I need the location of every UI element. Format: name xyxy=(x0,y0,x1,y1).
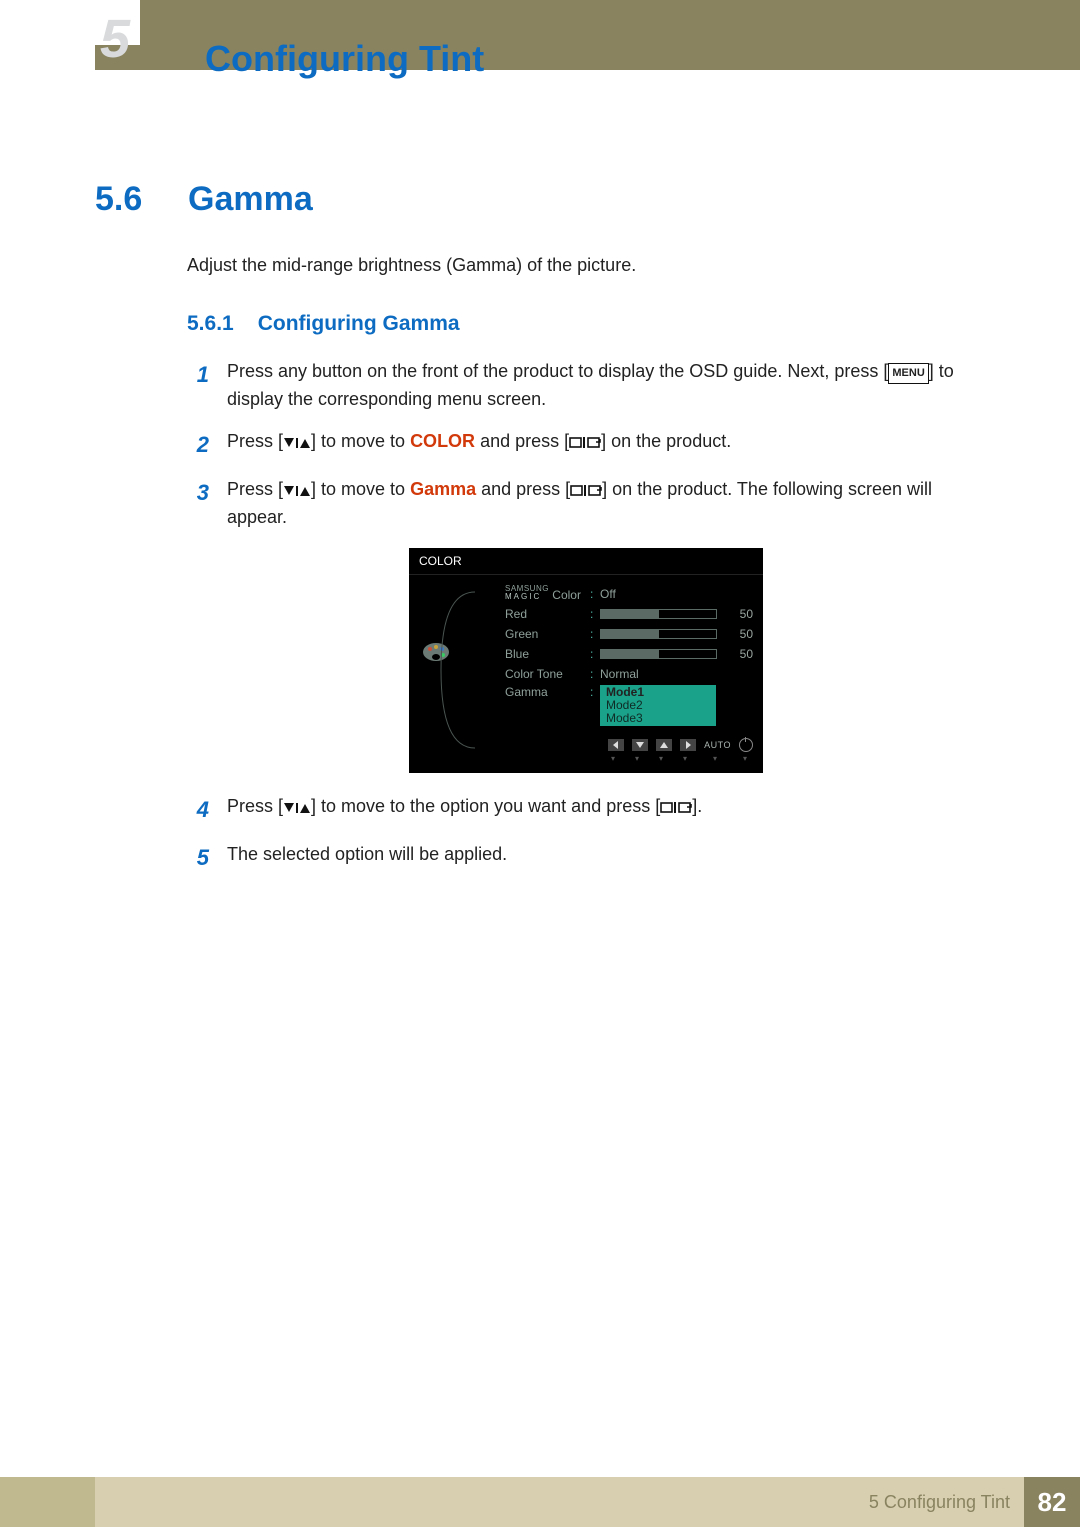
nav-up-icon xyxy=(656,739,672,751)
osd-gamma-option: Mode1 xyxy=(606,686,710,699)
subsection-number: 5.6.1 xyxy=(187,312,234,336)
step-text: The selected option will be applied. xyxy=(227,841,985,875)
nav-right-icon xyxy=(680,739,696,751)
osd-gamma-option: Mode2 xyxy=(606,699,710,712)
footer-chapter-label: 5 Configuring Tint xyxy=(869,1492,1010,1513)
down-up-arrow-icon xyxy=(283,431,311,451)
source-enter-icon xyxy=(569,431,601,451)
osd-label: Gamma xyxy=(505,685,590,699)
section-number: 5.6 xyxy=(95,180,160,219)
power-icon xyxy=(739,738,753,752)
section-intro: Adjust the mid-range brightness (Gamma) … xyxy=(187,255,985,276)
step-text: ]. xyxy=(692,796,702,816)
osd-slider xyxy=(600,649,717,659)
osd-footer: AUTO xyxy=(409,734,763,754)
source-enter-icon xyxy=(570,479,602,499)
step-text: Press [ xyxy=(227,796,283,816)
osd-value: 50 xyxy=(725,607,753,621)
step-text: and press [ xyxy=(476,479,570,499)
step-number: 1 xyxy=(187,358,209,414)
subsection-title: Configuring Gamma xyxy=(258,312,460,336)
source-enter-icon xyxy=(660,796,692,816)
step-text: ] to move to xyxy=(311,479,410,499)
menu-key-icon: MENU xyxy=(888,363,928,384)
palette-icon xyxy=(421,641,451,663)
step-number: 3 xyxy=(187,476,209,532)
osd-label: Red xyxy=(505,607,590,621)
osd-panel: COLOR SAMSUNGMAGIC Color : Of xyxy=(409,548,763,773)
osd-label: Green xyxy=(505,627,590,641)
osd-value: Normal xyxy=(600,667,639,681)
page-number: 82 xyxy=(1024,1477,1080,1527)
nav-down-icon xyxy=(632,739,648,751)
step-text: Press any button on the front of the pro… xyxy=(227,361,888,381)
osd-value: 50 xyxy=(725,647,753,661)
page-title: Configuring Tint xyxy=(205,38,484,80)
step-number: 2 xyxy=(187,428,209,462)
step-text: Press [ xyxy=(227,431,283,451)
osd-row-magic-color: SAMSUNGMAGIC Color : Off xyxy=(505,585,753,603)
osd-row-green: Green: 50 xyxy=(505,625,753,643)
step-text: ] to move to xyxy=(311,431,410,451)
osd-row-gamma: Gamma: Mode1 Mode2 Mode3 xyxy=(505,685,753,726)
step-number: 4 xyxy=(187,793,209,827)
step-text: and press [ xyxy=(475,431,569,451)
osd-label: Blue xyxy=(505,647,590,661)
nav-left-icon xyxy=(608,739,624,751)
osd-value: Off xyxy=(600,587,616,601)
down-up-arrow-icon xyxy=(283,479,311,499)
keyword-gamma: Gamma xyxy=(410,479,476,499)
step-number: 5 xyxy=(187,841,209,875)
keyword-color: COLOR xyxy=(410,431,475,451)
osd-row-blue: Blue: 50 xyxy=(505,645,753,663)
osd-value: 50 xyxy=(725,627,753,641)
step-text: ] on the product. xyxy=(601,431,731,451)
step-1: 1 Press any button on the front of the p… xyxy=(187,358,985,414)
osd-gamma-option: Mode3 xyxy=(606,712,710,725)
step-4: 4 Press [ ] to move to the option you wan… xyxy=(187,793,985,827)
step-2: 2 Press [ ] to move to COLOR and press []… xyxy=(187,428,985,462)
step-text: ] to move to the option you want and pre… xyxy=(311,796,660,816)
osd-label: Color Tone xyxy=(505,667,590,681)
section-title: Gamma xyxy=(188,180,313,219)
down-up-arrow-icon xyxy=(283,796,311,816)
step-5: 5 The selected option will be applied. xyxy=(187,841,985,875)
osd-title: COLOR xyxy=(409,548,763,575)
osd-auto-label: AUTO xyxy=(704,740,731,750)
brand-samsung-magic: SAMSUNGMAGIC xyxy=(505,585,549,601)
chapter-number: 5 xyxy=(100,8,128,70)
osd-slider xyxy=(600,629,717,639)
osd-gamma-dropdown: Mode1 Mode2 Mode3 xyxy=(600,685,716,726)
step-text: Press [ xyxy=(227,479,283,499)
osd-label: Color xyxy=(552,588,581,602)
osd-row-red: Red: 50 xyxy=(505,605,753,623)
osd-row-color-tone: Color Tone: Normal xyxy=(505,665,753,683)
osd-slider xyxy=(600,609,717,619)
step-3: 3 Press [] to move to Gamma and press []… xyxy=(187,476,985,532)
page-footer: 5 Configuring Tint 82 xyxy=(0,1477,1080,1527)
